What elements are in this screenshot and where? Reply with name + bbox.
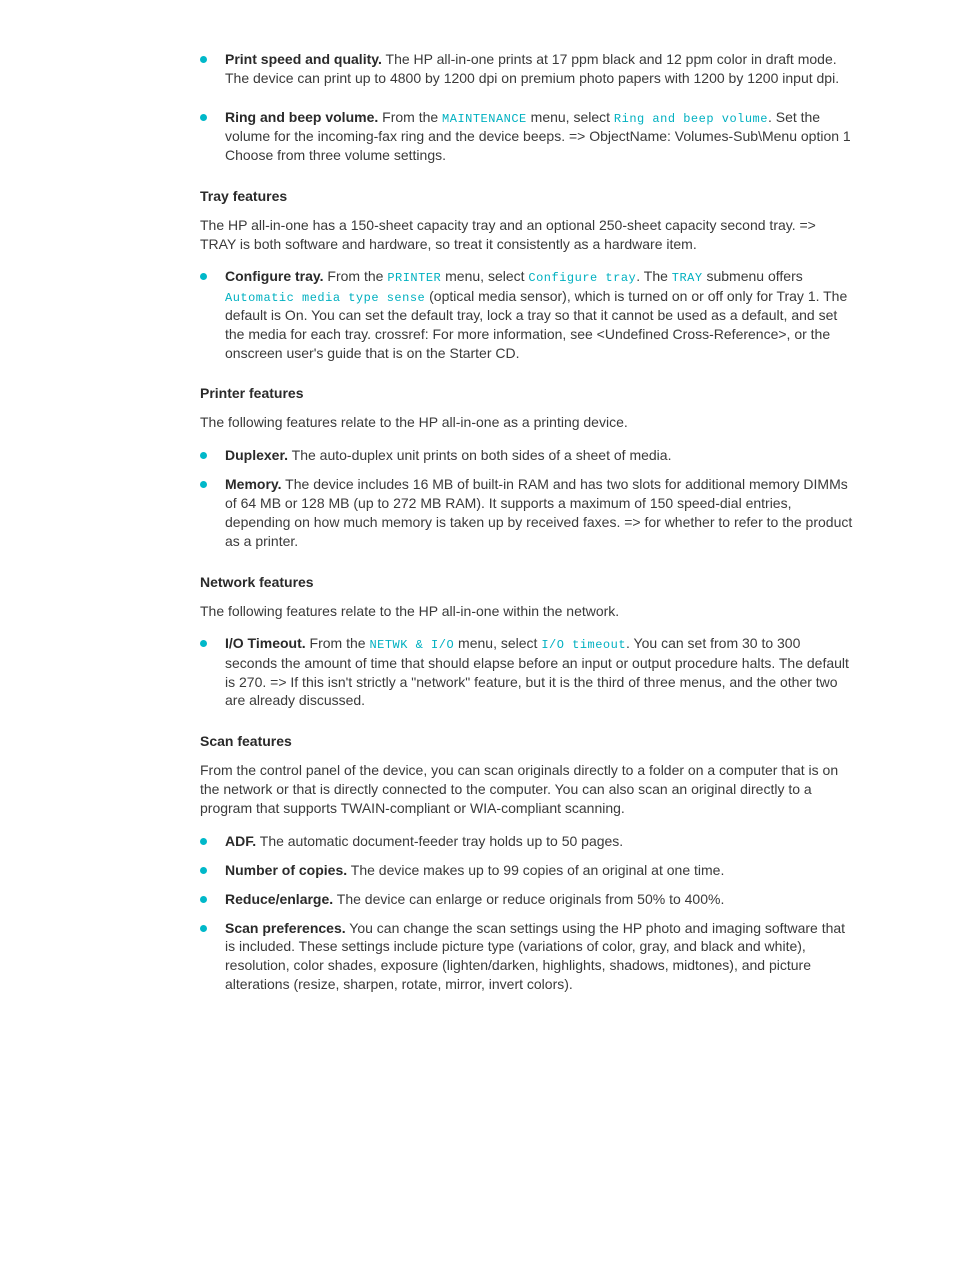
item-body: Scan preferences. You can change the sca… <box>225 919 854 995</box>
item-text: . The <box>636 268 672 284</box>
mono-printer: PRINTER <box>387 271 441 285</box>
bullet-configure-tray: Configure tray. From the PRINTER menu, s… <box>200 267 854 362</box>
item-text-before: From the <box>378 109 442 125</box>
bullet-icon <box>200 640 207 647</box>
item-heading: ADF. <box>225 833 256 849</box>
section-para-scan-features: From the control panel of the device, yo… <box>200 761 854 818</box>
bullet-scan-preferences: Scan preferences. You can change the sca… <box>200 919 854 995</box>
bullet-print-speed: Print speed and quality. The HP all-in-o… <box>200 50 854 88</box>
bullet-icon <box>200 56 207 63</box>
item-heading: Number of copies. <box>225 862 347 878</box>
item-text-mid: menu, select <box>527 109 614 125</box>
mono-ring-beep-volume: Ring and beep volume <box>614 112 768 126</box>
item-text: The device makes up to 99 copies of an o… <box>347 862 724 878</box>
bullet-icon <box>200 896 207 903</box>
bullet-icon <box>200 452 207 459</box>
item-text: The device can enlarge or reduce origina… <box>333 891 724 907</box>
bullet-icon <box>200 867 207 874</box>
bullet-ring-beep-volume: Ring and beep volume. From the MAINTENAN… <box>200 108 854 165</box>
bullet-icon <box>200 273 207 280</box>
scan-feature-list: ADF. The automatic document-feeder tray … <box>200 832 854 994</box>
section-para-network-features: The following features relate to the HP … <box>200 602 854 621</box>
bullet-icon <box>200 925 207 932</box>
section-heading-network-features: Network features <box>200 573 854 592</box>
item-text: The automatic document-feeder tray holds… <box>256 833 623 849</box>
item-heading: Duplexer. <box>225 447 288 463</box>
mono-io-timeout: I/O timeout <box>541 638 626 652</box>
mono-maintenance: MAINTENANCE <box>442 112 527 126</box>
section-heading-tray-features: Tray features <box>200 187 854 206</box>
bullet-memory: Memory. The device includes 16 MB of bui… <box>200 475 854 551</box>
bullet-adf: ADF. The automatic document-feeder tray … <box>200 832 854 851</box>
item-text: From the <box>324 268 388 284</box>
bullet-icon <box>200 838 207 845</box>
item-heading: Memory. <box>225 476 282 492</box>
item-text: menu, select <box>454 635 541 651</box>
bullet-number-of-copies: Number of copies. The device makes up to… <box>200 861 854 880</box>
mono-netwk-io: NETWK & I/O <box>369 638 454 652</box>
item-body: Print speed and quality. The HP all-in-o… <box>225 50 854 88</box>
section-para-printer-features: The following features relate to the HP … <box>200 413 854 432</box>
item-body: Ring and beep volume. From the MAINTENAN… <box>225 108 854 165</box>
item-body: Reduce/enlarge. The device can enlarge o… <box>225 890 854 909</box>
bullet-io-timeout: I/O Timeout. From the NETWK & I/O menu, … <box>200 634 854 710</box>
item-heading: Print speed and quality. <box>225 51 382 67</box>
item-body: Memory. The device includes 16 MB of bui… <box>225 475 854 551</box>
section-heading-scan-features: Scan features <box>200 732 854 751</box>
document-page: Print speed and quality. The HP all-in-o… <box>0 0 954 1270</box>
item-heading: I/O Timeout. <box>225 635 306 651</box>
mono-auto-media-sense: Automatic media type sense <box>225 291 425 305</box>
mono-tray: TRAY <box>672 271 703 285</box>
bullet-icon <box>200 114 207 121</box>
item-heading: Configure tray. <box>225 268 324 284</box>
item-body: Configure tray. From the PRINTER menu, s… <box>225 267 854 362</box>
bullet-duplexer: Duplexer. The auto-duplex unit prints on… <box>200 446 854 465</box>
item-text: menu, select <box>441 268 528 284</box>
item-heading: Ring and beep volume. <box>225 109 378 125</box>
bullet-icon <box>200 481 207 488</box>
item-heading: Scan preferences. <box>225 920 346 936</box>
item-text: submenu offers <box>703 268 803 284</box>
item-heading: Reduce/enlarge. <box>225 891 333 907</box>
item-body: Number of copies. The device makes up to… <box>225 861 854 880</box>
item-text: From the <box>306 635 370 651</box>
item-text: The auto-duplex unit prints on both side… <box>288 447 671 463</box>
section-para-tray-features: The HP all-in-one has a 150-sheet capaci… <box>200 216 854 254</box>
section-heading-printer-features: Printer features <box>200 384 854 403</box>
item-body: I/O Timeout. From the NETWK & I/O menu, … <box>225 634 854 710</box>
item-body: Duplexer. The auto-duplex unit prints on… <box>225 446 854 465</box>
item-text: The device includes 16 MB of built-in RA… <box>225 476 852 549</box>
bullet-reduce-enlarge: Reduce/enlarge. The device can enlarge o… <box>200 890 854 909</box>
mono-configure-tray: Configure tray <box>528 271 636 285</box>
item-body: ADF. The automatic document-feeder tray … <box>225 832 854 851</box>
